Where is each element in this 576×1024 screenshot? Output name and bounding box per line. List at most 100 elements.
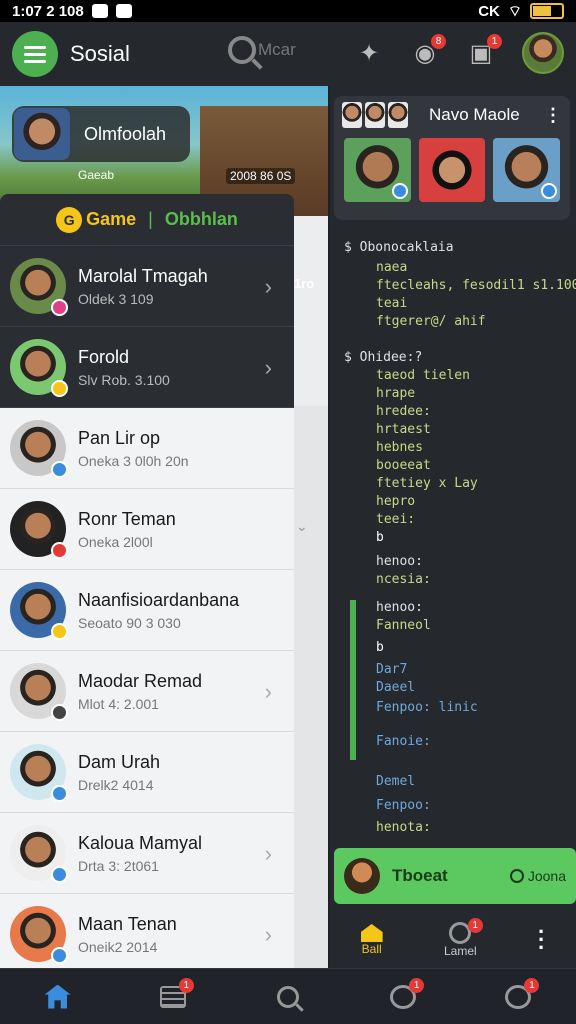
contact-subtitle: Slv Rob. 3.100 (78, 371, 170, 388)
nav-search[interactable] (273, 982, 303, 1012)
log-line: ftgerer@/ ahif (376, 314, 486, 329)
coin-icon: G (56, 206, 83, 233)
right-panel: Navo Maole ⋮ $ Obonocaklaia naea ftecleahs… (330, 86, 576, 968)
list-badge: 1 (178, 977, 194, 993)
log-line: Daeel (376, 680, 416, 695)
log-line: teai (376, 296, 408, 311)
log-line: hrtaest (376, 422, 431, 437)
chat-icon[interactable]: ▣ 1 (466, 34, 502, 68)
right-nav: Ball 1 Lamel · · · (330, 912, 576, 968)
nav-chat-label: Lamel (443, 944, 477, 958)
avatar (10, 744, 68, 802)
contact-subtitle: Seoato 90 3 030 (78, 614, 181, 631)
avatar (10, 501, 68, 559)
join-button[interactable]: Joona (509, 868, 566, 884)
nav-inbox[interactable]: 1 (388, 977, 425, 1012)
banner-user-card[interactable]: Olmfoolah (12, 106, 190, 162)
member-photo[interactable] (344, 138, 411, 202)
avatar (388, 102, 408, 128)
status-badge-icon (51, 542, 68, 559)
contact-list-item[interactable]: Naanfisioardanbana Seoato 90 3 030 (0, 570, 294, 651)
status-badge-icon (51, 704, 68, 721)
notification-icon[interactable]: ◉ 8 (410, 34, 446, 68)
status-badge-icon (51, 947, 68, 964)
log-line: $ Ohidee:? (344, 350, 423, 365)
log-line: booeeat (376, 458, 431, 473)
contact-list-item[interactable]: Maodar Remad Mlot 4: 2.001 › (0, 651, 294, 732)
log-line: henoo: (376, 600, 423, 615)
status-badge-icon (51, 461, 68, 478)
member-photo[interactable] (493, 138, 561, 202)
left-panel: Olmfoolah Gaeab 2008 86 0S 1ro ⌄ G Game … (0, 86, 328, 968)
chevron-right-icon: › (264, 841, 272, 866)
menu-button[interactable] (12, 31, 58, 77)
avatar (10, 258, 68, 316)
join-label: Joona (527, 868, 566, 884)
profile-avatar[interactable] (522, 32, 564, 74)
log-line: henota: (376, 820, 431, 835)
chevron-down-icon[interactable]: ⌄ (296, 518, 308, 535)
log-line: taeod tielen (376, 368, 470, 383)
search-icon (228, 36, 256, 64)
contact-list-item[interactable]: Maan Tenan Oneik2 2014 › (0, 894, 294, 968)
chevron-right-icon: › (264, 922, 272, 947)
app-bar: Sosial Mcar ✦ ◉ 8 ▣ 1 (0, 22, 576, 86)
log-line: hepro (376, 494, 416, 509)
contact-drawer: G Game | Obbhlan Marolal Tmagah Oldek 3 1… (0, 194, 294, 968)
log-line: b (376, 640, 384, 655)
notification-badge: 8 (431, 34, 446, 49)
log-line: teei: (376, 512, 416, 527)
banner-user-name: Olmfoolah (84, 123, 167, 144)
chevron-right-icon: › (264, 679, 272, 704)
group-title: Navo Maole (429, 105, 520, 124)
contact-name: Ronr Teman (78, 508, 176, 529)
chevron-right-icon: › (264, 355, 272, 380)
contact-list-item[interactable]: Kaloua Mamyal Drta 3: 2t061 › (0, 813, 294, 894)
drawer-header: G Game | Obbhlan (0, 194, 294, 246)
nav-home[interactable] (43, 982, 73, 1012)
status-badge-icon (51, 785, 68, 802)
tab-second[interactable]: Obbhlan (165, 209, 238, 230)
app-title: Sosial (70, 41, 130, 66)
status-badge-icon (51, 623, 68, 640)
contact-name: Kaloua Mamyal (78, 832, 203, 853)
nav-home[interactable]: Ball (360, 924, 383, 956)
contact-list-item[interactable]: Ronr Teman Oneka 2l00l (0, 489, 294, 570)
contact-list: Marolal Tmagah Oldek 3 109 › Forold Slv Rob.… (0, 246, 294, 968)
member-photo[interactable] (418, 138, 486, 202)
nav-chat[interactable]: 1 (503, 977, 540, 1012)
tab-game[interactable]: Game (86, 209, 136, 230)
group-card[interactable]: Navo Maole ⋮ (334, 96, 570, 220)
nav-list[interactable]: 1 (158, 977, 194, 1012)
banner-sub: Gaeab (78, 168, 115, 182)
bottom-nav: 1 1 1 (0, 968, 576, 1024)
log-line: ftecleahs, fesodil1 s1.100 (376, 278, 576, 293)
contact-list-item[interactable]: Pan Lir op Oneka 3 0l0h 20n (0, 408, 294, 489)
contact-name: Dam Urah (78, 751, 161, 772)
contact-list-item[interactable]: Dam Urah Drelk2 4014 (0, 732, 294, 813)
join-toast[interactable]: Tboeat Joona (334, 848, 576, 904)
contact-list-item[interactable]: Forold Slv Rob. 3.100 › (0, 327, 294, 408)
app-icon (91, 4, 108, 18)
more-options-icon[interactable]: ⋮ (544, 105, 562, 126)
app-icon (115, 4, 132, 18)
contact-name: Maan Tenan (78, 913, 177, 934)
search-field[interactable]: Mcar (228, 36, 296, 64)
avatar (344, 858, 380, 894)
log-line: Fanneol (376, 618, 431, 633)
toast-title: Tboeat (392, 866, 448, 885)
log-line: henoo: (376, 554, 423, 569)
nav-chat[interactable]: 1 Lamel (443, 918, 483, 958)
avatar (342, 102, 362, 128)
contact-name: Forold (78, 346, 130, 367)
log-line: Fanoie: (376, 734, 431, 749)
status-badge-icon (51, 299, 68, 316)
avatar (10, 339, 68, 397)
contact-name: Pan Lir op (78, 427, 161, 448)
log-line: Dar7 (376, 662, 408, 677)
log-line: Fenpoo: (376, 798, 431, 813)
puzzle-icon[interactable]: ✦ (354, 38, 384, 68)
more-options-icon[interactable]: · · · (538, 921, 545, 959)
contact-list-item[interactable]: Marolal Tmagah Oldek 3 109 › (0, 246, 294, 327)
log-line: Demel (376, 774, 416, 789)
